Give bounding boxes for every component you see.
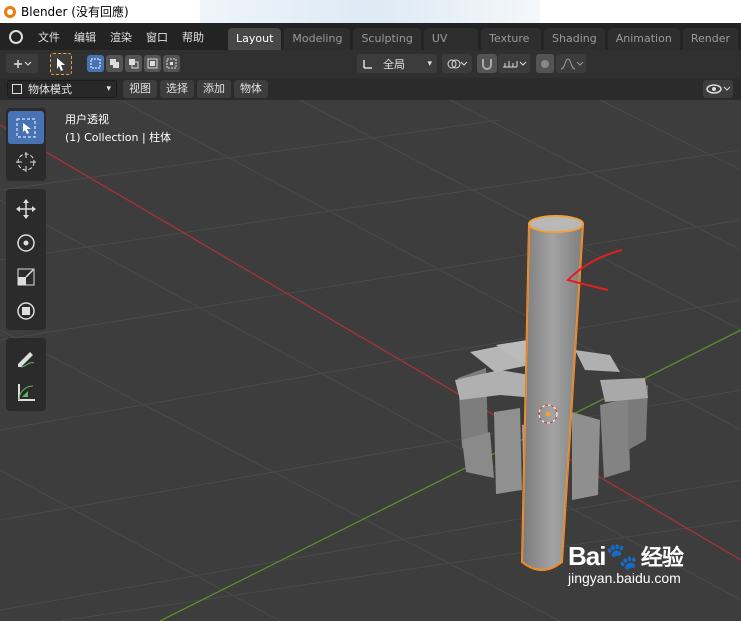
viewport-collection-label: (1) Collection | 柱体 — [65, 131, 172, 144]
magnet-icon — [482, 58, 492, 70]
toolbar-group-annotate — [6, 338, 46, 411]
tab-render[interactable]: Render — [682, 28, 738, 50]
blender-menu-icon[interactable] — [9, 29, 23, 44]
left-toolbar — [6, 108, 46, 419]
menu-add[interactable]: 添加 — [197, 80, 231, 98]
object-mode-label: 物体模式 — [28, 83, 72, 96]
pencil-icon — [18, 351, 35, 367]
select-extend-icon — [110, 59, 119, 68]
annotate-tool[interactable] — [8, 341, 44, 374]
select-box-tool[interactable] — [8, 111, 44, 144]
pivot-point-dropdown[interactable] — [442, 54, 472, 73]
select-extend-button[interactable] — [106, 55, 123, 72]
menu-select[interactable]: 选择 — [160, 80, 194, 98]
tab-uv-editing[interactable]: UV Editing — [423, 28, 479, 67]
workspace-tabs: Layout Modeling Sculpting UV Editing Tex… — [228, 28, 741, 67]
select-new-button[interactable] — [87, 55, 104, 72]
visibility-dropdown[interactable] — [703, 80, 733, 98]
viewport-perspective-label: 用户透视 — [65, 113, 109, 126]
rotate-icon — [17, 233, 35, 252]
toolbar-group-select — [6, 108, 46, 181]
editor-type-button[interactable] — [6, 54, 38, 73]
scale-icon — [17, 268, 35, 285]
pivot-icon — [447, 59, 468, 68]
tab-modeling[interactable]: Modeling — [284, 28, 351, 50]
proportional-edit-toggle[interactable] — [536, 54, 554, 73]
tab-layout[interactable]: Layout — [228, 28, 282, 50]
move-tool[interactable] — [8, 192, 44, 225]
orientation-icon — [363, 59, 372, 69]
cursor-arrow-icon — [57, 58, 65, 71]
watermark-logo: Bai🐾 经验 — [568, 540, 684, 572]
select-subtract-icon — [129, 59, 139, 69]
window-titlebar: Blender (没有回應) — [0, 0, 741, 23]
tab-sculpting[interactable]: Sculpting — [353, 28, 421, 50]
select-invert-button[interactable] — [144, 55, 161, 72]
cylinder-object[interactable] — [520, 215, 585, 571]
select-tool-button[interactable] — [50, 53, 72, 75]
snap-toggle[interactable] — [477, 54, 497, 73]
menu-edit[interactable]: 编辑 — [67, 29, 103, 45]
snap-increment-icon — [503, 60, 527, 67]
transform-orientation-dropdown[interactable]: 全局 ▾ — [357, 54, 437, 73]
select-subtract-button[interactable] — [125, 55, 142, 72]
tab-animation[interactable]: Animation — [607, 28, 680, 50]
window-title: Blender (没有回應) — [21, 5, 129, 19]
cursor-tool[interactable] — [8, 145, 44, 178]
proportional-edit-icon — [541, 59, 549, 68]
object-mode-icon — [12, 84, 22, 94]
select-intersect-icon — [166, 58, 177, 69]
menu-help[interactable]: 帮助 — [175, 29, 211, 45]
viewport-info: 用户透视 (1) Collection | 柱体 — [65, 111, 171, 147]
paw-icon: 🐾 — [605, 541, 637, 571]
scale-tool[interactable] — [8, 260, 44, 293]
tab-shading[interactable]: Shading — [544, 28, 605, 50]
menu-object[interactable]: 物体 — [234, 80, 268, 98]
object-mode-dropdown[interactable]: 物体模式 ▾ — [7, 80, 117, 98]
select-intersect-button[interactable] — [163, 55, 180, 72]
ruler-icon — [18, 383, 35, 401]
toolbar-group-transform — [6, 189, 46, 330]
watermark-url: jingyan.baidu.com — [568, 570, 681, 586]
snap-target-dropdown[interactable] — [498, 54, 530, 73]
falloff-dropdown[interactable] — [556, 54, 586, 73]
watermark-brand2: 经验 — [640, 545, 684, 570]
menu-view[interactable]: 视图 — [123, 80, 157, 98]
3d-cursor-icon — [16, 151, 36, 172]
tool-header: 全局 ▾ — [0, 50, 741, 78]
tab-texture-paint[interactable]: Texture Paint — [481, 28, 542, 67]
rotate-tool[interactable] — [8, 226, 44, 259]
eye-icon — [706, 84, 731, 94]
editor-type-icon — [14, 59, 32, 68]
x-axis-line — [0, 124, 741, 561]
transform-icon — [17, 301, 35, 320]
select-box-icon — [16, 118, 36, 137]
menu-render[interactable]: 渲染 — [103, 29, 139, 45]
blender-logo-icon — [4, 5, 16, 18]
chevron-down-icon: ▾ — [427, 58, 432, 69]
baidu-watermark: Bai🐾 经验 jingyan.baidu.com — [568, 540, 684, 586]
menu-file[interactable]: 文件 — [31, 29, 67, 45]
falloff-curve-icon — [560, 57, 583, 69]
orientation-label: 全局 — [383, 57, 405, 71]
select-invert-icon — [147, 58, 158, 69]
chevron-down-icon: ▾ — [106, 84, 111, 94]
measure-tool[interactable] — [8, 375, 44, 408]
transform-tool[interactable] — [8, 294, 44, 327]
select-new-icon — [90, 58, 101, 69]
menu-window[interactable]: 窗口 — [139, 29, 175, 45]
watermark-brand: Bai — [568, 541, 606, 571]
move-icon — [16, 198, 36, 219]
titlebar-blur — [200, 0, 540, 23]
